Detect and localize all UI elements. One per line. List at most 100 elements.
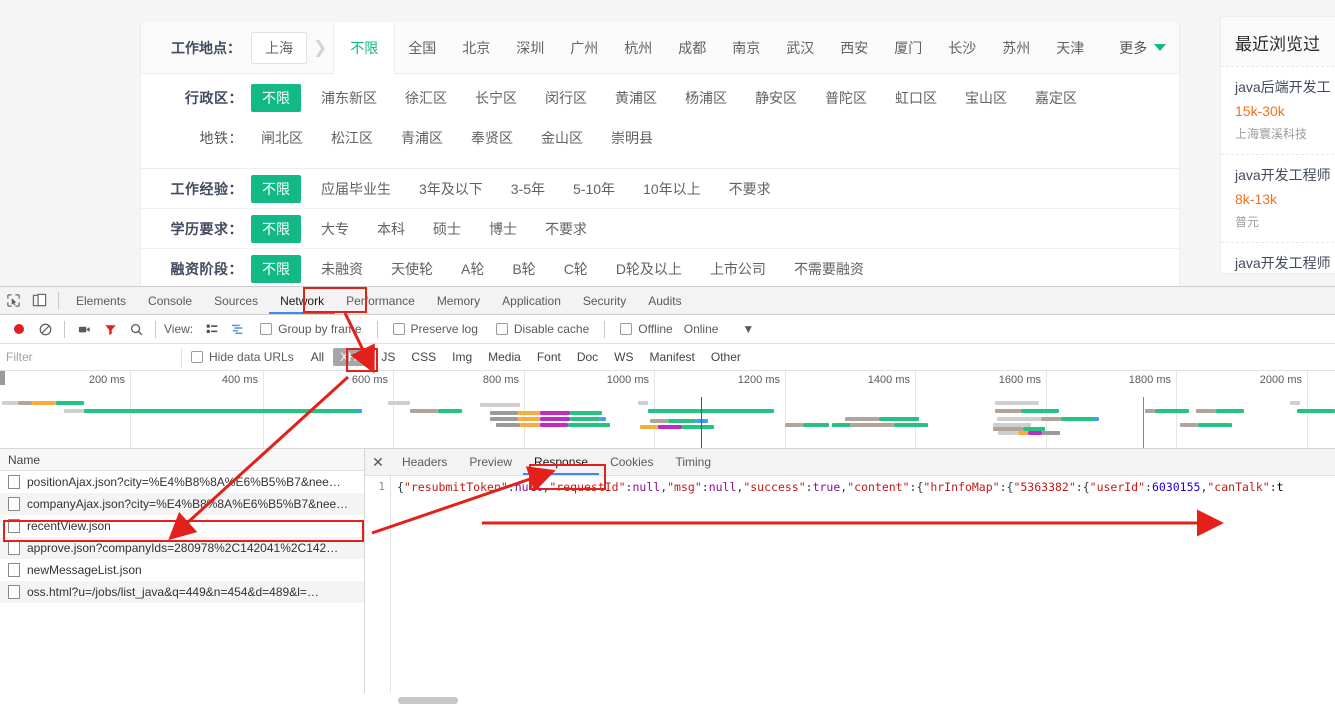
devtools-tab-network[interactable]: Network bbox=[269, 287, 336, 314]
request-row[interactable]: approve.json?companyIds=280978%2C142041%… bbox=[0, 537, 364, 559]
devtools-tab-performance[interactable]: Performance bbox=[335, 287, 426, 314]
city-item[interactable]: 长沙 bbox=[935, 22, 989, 73]
clear-icon[interactable] bbox=[32, 316, 58, 342]
resource-type-css[interactable]: CSS bbox=[404, 348, 443, 366]
city-item[interactable]: 广州 bbox=[557, 22, 611, 73]
close-icon[interactable]: ✕ bbox=[365, 454, 391, 471]
filter-item[interactable]: 不要求 bbox=[535, 215, 597, 243]
devtools-tab-sources[interactable]: Sources bbox=[203, 287, 269, 314]
resource-type-all[interactable]: All bbox=[304, 348, 331, 366]
city-item[interactable]: 武汉 bbox=[773, 22, 827, 73]
request-row[interactable]: recentView.json bbox=[0, 515, 364, 537]
network-overview-timeline[interactable]: 200 ms 400 ms 600 ms 800 ms 1000 ms 1200… bbox=[0, 371, 1335, 449]
inspect-element-icon[interactable] bbox=[0, 288, 26, 314]
devtools-tab-audits[interactable]: Audits bbox=[637, 287, 692, 314]
filter-tag-selected[interactable]: 不限 bbox=[251, 255, 301, 283]
devtools-tab-security[interactable]: Security bbox=[572, 287, 637, 314]
resource-type-other[interactable]: Other bbox=[704, 348, 748, 366]
hide-data-urls-checkbox[interactable]: Hide data URLs bbox=[191, 350, 294, 364]
more-cities-button[interactable]: 更多 bbox=[1119, 22, 1167, 73]
city-tab-active[interactable]: 不限 bbox=[333, 22, 396, 74]
city-item[interactable]: 南京 bbox=[719, 22, 773, 73]
resource-type-xhr[interactable]: XHR bbox=[333, 348, 373, 366]
filter-item[interactable]: 不要求 bbox=[719, 175, 781, 203]
city-item[interactable]: 西安 bbox=[827, 22, 881, 73]
chevron-down-icon[interactable]: ▼ bbox=[742, 322, 754, 336]
city-item[interactable]: 杭州 bbox=[611, 22, 665, 73]
filter-item[interactable]: D轮及以上 bbox=[606, 255, 692, 283]
detail-tab-headers[interactable]: Headers bbox=[391, 449, 458, 475]
city-item[interactable]: 天津 bbox=[1043, 22, 1097, 73]
filter-item[interactable]: B轮 bbox=[502, 255, 545, 283]
response-body-viewer[interactable]: 1 {"resubmitToken":null,"requestId":null… bbox=[365, 476, 1335, 693]
devtools-tab-elements[interactable]: Elements bbox=[65, 287, 137, 314]
filter-tag-selected[interactable]: 不限 bbox=[251, 174, 301, 203]
filter-item[interactable]: 嘉定区 bbox=[1025, 84, 1087, 112]
detail-tab-response[interactable]: Response bbox=[523, 449, 600, 475]
detail-tab-preview[interactable]: Preview bbox=[458, 449, 523, 475]
filter-item[interactable]: 硕士 bbox=[423, 215, 471, 243]
filter-item[interactable]: 徐汇区 bbox=[395, 84, 457, 112]
filter-item[interactable]: 未融资 bbox=[311, 255, 373, 283]
filter-item[interactable]: 虹口区 bbox=[885, 84, 947, 112]
filter-item[interactable]: 闵行区 bbox=[535, 84, 597, 112]
filter-item[interactable]: C轮 bbox=[554, 255, 598, 283]
camera-icon[interactable] bbox=[71, 316, 97, 342]
filter-item[interactable]: 黄浦区 bbox=[605, 84, 667, 112]
filter-item[interactable]: 上市公司 bbox=[700, 255, 776, 283]
devtools-tab-console[interactable]: Console bbox=[137, 287, 203, 314]
request-row[interactable]: newMessageList.json bbox=[0, 559, 364, 581]
online-throttling-value[interactable]: Online bbox=[684, 322, 719, 336]
detail-tab-cookies[interactable]: Cookies bbox=[599, 449, 664, 475]
filter-item[interactable]: 杨浦区 bbox=[675, 84, 737, 112]
filter-item[interactable]: 天使轮 bbox=[381, 255, 443, 283]
city-item[interactable]: 全国 bbox=[395, 22, 449, 73]
city-item[interactable]: 成都 bbox=[665, 22, 719, 73]
resource-type-font[interactable]: Font bbox=[530, 348, 568, 366]
filter-item[interactable]: 10年以上 bbox=[633, 175, 711, 203]
request-row[interactable]: positionAjax.json?city=%E4%B8%8A%E6%B5%B… bbox=[0, 471, 364, 493]
filter-item[interactable]: 不需要融资 bbox=[784, 255, 874, 283]
detail-tab-timing[interactable]: Timing bbox=[664, 449, 722, 475]
city-item[interactable]: 深圳 bbox=[503, 22, 557, 73]
filter-item[interactable]: 青浦区 bbox=[391, 124, 453, 152]
request-row[interactable]: oss.html?u=/jobs/list_java&q=449&n=454&d… bbox=[0, 581, 364, 603]
filter-item[interactable]: 松江区 bbox=[321, 124, 383, 152]
filter-item[interactable]: 静安区 bbox=[745, 84, 807, 112]
offline-checkbox[interactable]: Offline bbox=[620, 322, 673, 336]
filter-item[interactable]: 普陀区 bbox=[815, 84, 877, 112]
filter-item[interactable]: 奉贤区 bbox=[461, 124, 523, 152]
overview-left-handle[interactable] bbox=[0, 371, 5, 385]
filter-item[interactable]: 5-10年 bbox=[563, 175, 625, 203]
selected-city-chip[interactable]: 上海 bbox=[251, 31, 307, 64]
filter-item[interactable]: 3-5年 bbox=[501, 175, 555, 203]
rail-job-item[interactable]: java开发工程师 bbox=[1221, 242, 1335, 273]
resource-type-img[interactable]: Img bbox=[445, 348, 479, 366]
record-icon[interactable] bbox=[6, 316, 32, 342]
filter-item[interactable]: A轮 bbox=[451, 255, 494, 283]
filter-item[interactable]: 宝山区 bbox=[955, 84, 1017, 112]
filter-item[interactable]: 崇明县 bbox=[601, 124, 663, 152]
city-item[interactable]: 苏州 bbox=[989, 22, 1043, 73]
rail-job-item[interactable]: java后端开发工 15k-30k 上海寰溪科技 bbox=[1221, 66, 1335, 154]
resource-type-manifest[interactable]: Manifest bbox=[643, 348, 702, 366]
disable-cache-checkbox[interactable]: Disable cache bbox=[495, 322, 589, 336]
filter-item[interactable]: 大专 bbox=[311, 215, 359, 243]
list-view-icon[interactable] bbox=[199, 316, 225, 342]
request-row[interactable]: companyAjax.json?city=%E4%B8%8A%E6%B5%B7… bbox=[0, 493, 364, 515]
city-item[interactable]: 北京 bbox=[449, 22, 503, 73]
filter-item[interactable]: 应届毕业生 bbox=[311, 175, 401, 203]
filter-item[interactable]: 博士 bbox=[479, 215, 527, 243]
filter-input[interactable] bbox=[0, 347, 182, 367]
preserve-log-checkbox[interactable]: Preserve log bbox=[392, 322, 478, 336]
resource-type-doc[interactable]: Doc bbox=[570, 348, 605, 366]
filter-item[interactable]: 3年及以下 bbox=[409, 175, 493, 203]
filter-item[interactable]: 长宁区 bbox=[465, 84, 527, 112]
rail-job-item[interactable]: java开发工程师 8k-13k 普元 bbox=[1221, 154, 1335, 242]
resource-type-js[interactable]: JS bbox=[374, 348, 402, 366]
search-icon[interactable] bbox=[123, 316, 149, 342]
filter-item[interactable]: 金山区 bbox=[531, 124, 593, 152]
waterfall-view-icon[interactable] bbox=[225, 316, 251, 342]
group-by-frame-checkbox[interactable]: Group by frame bbox=[260, 322, 362, 336]
filter-item[interactable]: 浦东新区 bbox=[311, 84, 387, 112]
